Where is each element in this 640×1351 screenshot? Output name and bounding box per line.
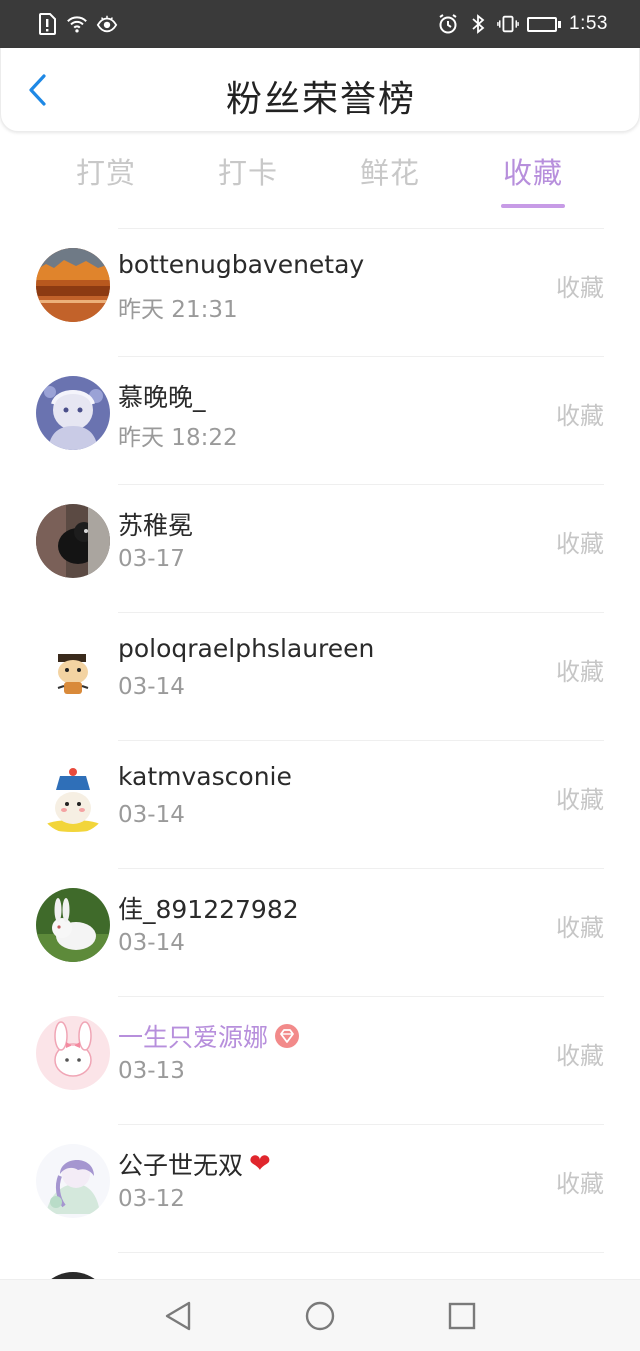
alarm-icon (437, 12, 459, 36)
list-item[interactable]: 一生只爱源娜 03-13 收藏 (0, 996, 640, 1124)
fan-name-text: bottenugbavenetay (118, 250, 365, 279)
tab-favorites[interactable]: 收藏 (499, 150, 567, 208)
status-time: 1:53 (569, 13, 608, 34)
alert-sim-icon (36, 12, 58, 36)
fan-name-text: 苏稚冕 (118, 511, 194, 540)
fan-name-text: 公子世无双 (118, 1151, 244, 1180)
favorite-label: 收藏 (556, 786, 604, 814)
list-item[interactable]: 佳_891227982 03-14 收藏 (0, 868, 640, 996)
fan-time: 03-13 (118, 1058, 185, 1084)
list-item[interactable]: 慕晚晚_ 昨天 18:22 收藏 (0, 356, 640, 484)
status-left-icons (36, 12, 118, 36)
fan-name: 公子世无双 ❤ (118, 1146, 271, 1182)
fan-name-text: 慕晚晚_ (118, 383, 206, 412)
list-item[interactable]: 公子世无双 ❤ 03-12 收藏 (0, 1124, 640, 1252)
page-title: 粉丝荣誉榜 (225, 79, 416, 120)
avatar (36, 760, 110, 834)
fan-name: poloqraelphslaureen (118, 634, 374, 663)
tab-label: 打卡 (217, 156, 278, 190)
wifi-icon (66, 12, 88, 36)
favorite-label: 收藏 (556, 914, 604, 942)
nav-home-button[interactable] (302, 1298, 338, 1334)
circle-home-icon (305, 1301, 335, 1331)
fan-name: 慕晚晚_ (118, 378, 206, 414)
favorite-label: 收藏 (556, 658, 604, 686)
diamond-badge-icon (274, 1023, 300, 1049)
app-header: 粉丝荣誉榜 (0, 48, 640, 132)
tab-checkin[interactable]: 打卡 (214, 150, 282, 208)
fan-time: 03-17 (118, 546, 185, 572)
tab-bar: 打赏 打卡 鲜花 收藏 (0, 150, 640, 210)
avatar (36, 632, 110, 706)
avatar (36, 504, 110, 578)
avatar (36, 1144, 110, 1218)
fan-name: 苏稚冕 (118, 506, 193, 542)
square-recents-icon (448, 1302, 476, 1330)
favorite-label: 收藏 (556, 1170, 604, 1198)
list-item[interactable]: bottenugbavenetay 昨天 21:31 收藏 (0, 228, 640, 356)
tab-label: 鲜花 (359, 156, 420, 190)
fan-name-text: poloqraelphslaureen (118, 634, 375, 663)
fan-name: katmvasconie (118, 762, 292, 791)
avatar (36, 376, 110, 450)
tab-active-indicator (501, 204, 565, 208)
tab-flowers[interactable]: 鲜花 (356, 150, 424, 208)
fan-name-text: 一生只爱源娜 (118, 1023, 269, 1052)
favorite-label: 收藏 (556, 530, 604, 558)
system-nav-bar (0, 1279, 640, 1351)
status-bar: 1:53 (0, 0, 640, 48)
battery-icon (527, 16, 562, 32)
favorite-label: 收藏 (556, 274, 604, 302)
list-item[interactable] (0, 1252, 640, 1280)
fan-time: 03-14 (118, 674, 185, 700)
list-item[interactable]: 苏稚冕 03-17 收藏 (0, 484, 640, 612)
fan-name-text: 佳_891227982 (118, 895, 299, 924)
list-item[interactable]: katmvasconie 03-14 收藏 (0, 740, 640, 868)
nav-back-button[interactable] (160, 1298, 196, 1334)
fan-name: 一生只爱源娜 (118, 1018, 300, 1054)
tab-reward[interactable]: 打赏 (72, 150, 140, 208)
fan-name: bottenugbavenetay (118, 250, 364, 279)
heart-emoji: ❤ (249, 1149, 271, 1179)
avatar (36, 1016, 110, 1090)
fan-time: 03-14 (118, 802, 185, 828)
fan-time: 昨天 18:22 (118, 425, 238, 451)
favorite-label: 收藏 (556, 402, 604, 430)
triangle-back-icon (165, 1301, 191, 1331)
bluetooth-icon (467, 12, 489, 36)
status-right-icons: 1:53 (437, 12, 608, 36)
fan-name: 佳_891227982 (118, 890, 299, 926)
vibrate-icon (497, 12, 519, 36)
tab-label: 收藏 (502, 156, 563, 190)
avatar (36, 888, 110, 962)
nav-recents-button[interactable] (444, 1298, 480, 1334)
fan-time: 03-14 (118, 930, 185, 956)
fan-time: 03-12 (118, 1186, 185, 1212)
avatar (36, 248, 110, 322)
fan-name-text: katmvasconie (118, 762, 292, 791)
fan-time: 昨天 21:31 (118, 297, 238, 323)
eye-icon (96, 12, 118, 36)
list-item[interactable]: poloqraelphslaureen 03-14 收藏 (0, 612, 640, 740)
tab-label: 打赏 (75, 156, 136, 190)
favorite-label: 收藏 (556, 1042, 604, 1070)
